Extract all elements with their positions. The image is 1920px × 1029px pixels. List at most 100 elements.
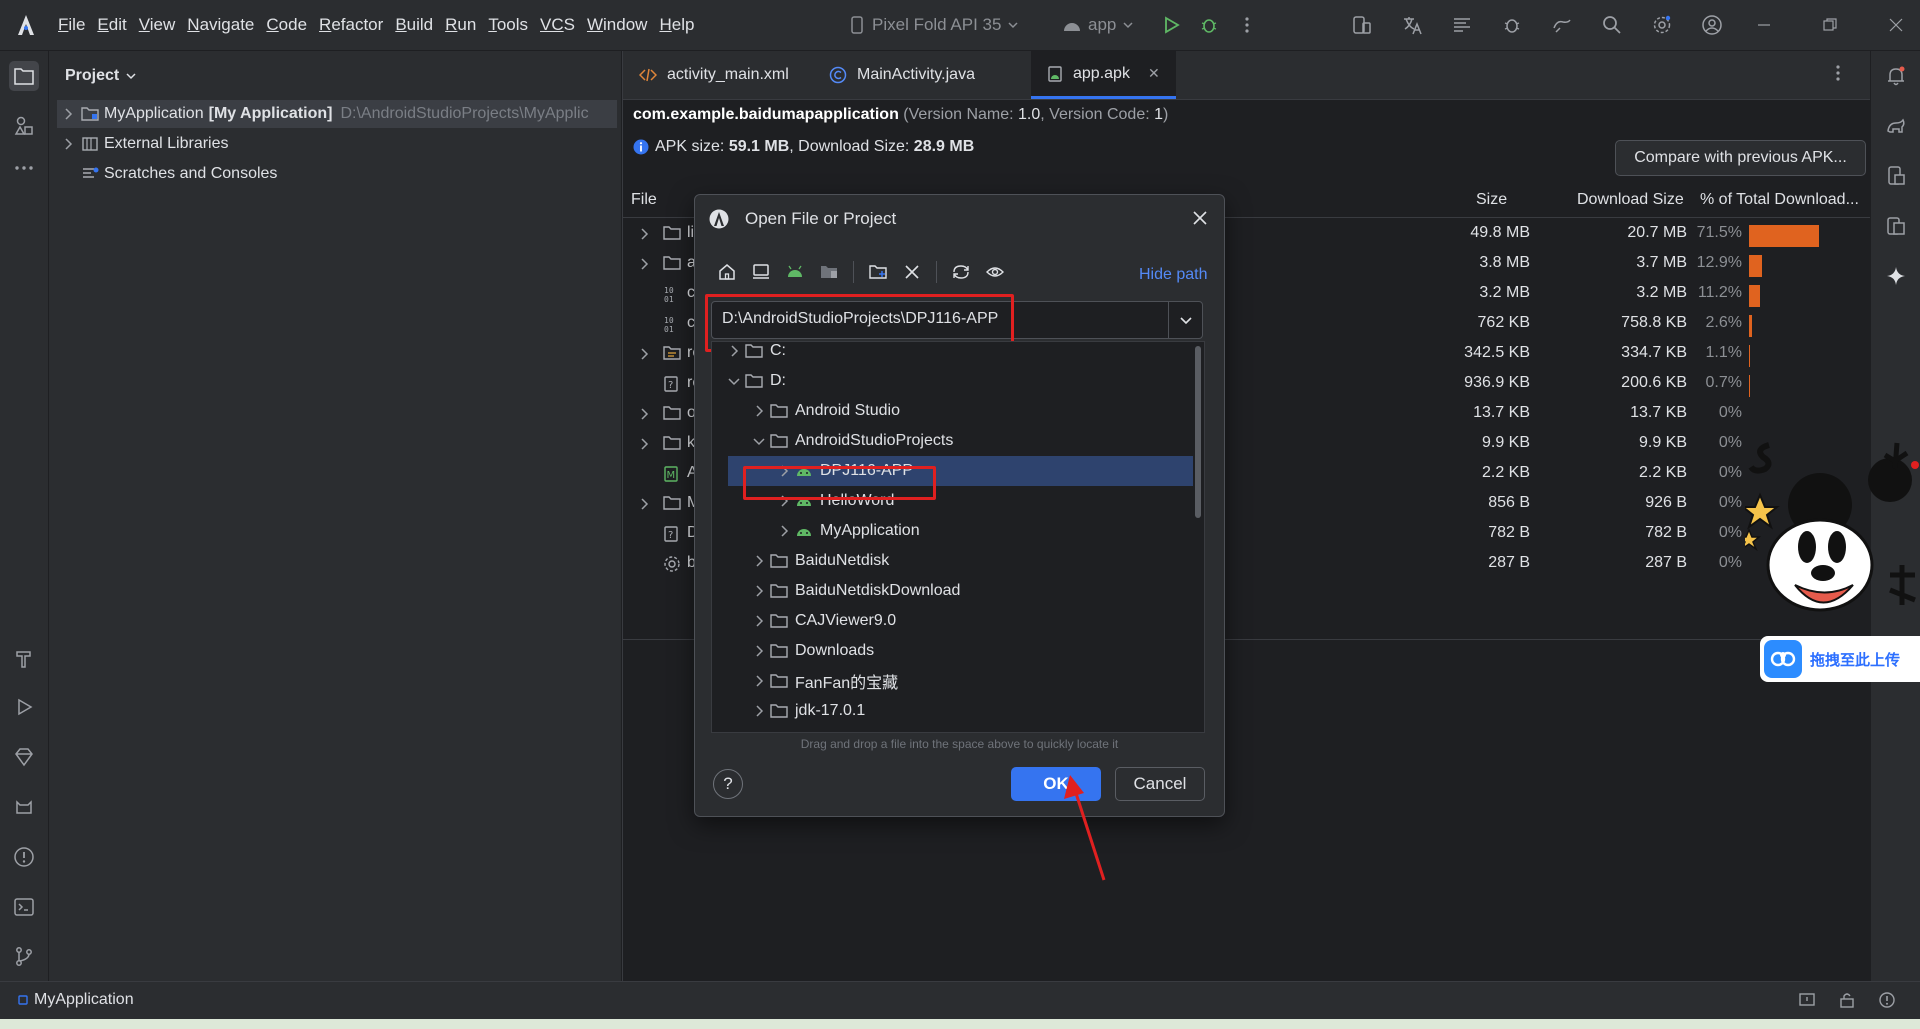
device-file-explorer-icon[interactable] bbox=[1881, 161, 1911, 191]
run-icon[interactable] bbox=[1157, 11, 1185, 39]
column-percent[interactable]: % of Total Download... bbox=[1700, 191, 1859, 209]
chevron-right-icon[interactable] bbox=[749, 585, 769, 597]
delete-icon[interactable] bbox=[902, 262, 922, 282]
file-tree-item[interactable]: BaiduNetdisk bbox=[712, 546, 1192, 576]
sync-gradle-icon[interactable] bbox=[1548, 11, 1576, 39]
chevron-down-icon[interactable] bbox=[1168, 302, 1203, 338]
menu-item[interactable]: Help bbox=[653, 0, 700, 50]
path-input[interactable]: D:\AndroidStudioProjects\DPJ116-APP bbox=[711, 301, 1203, 339]
file-tree-item[interactable]: FanFan的宝藏 bbox=[712, 666, 1192, 696]
logcat-icon[interactable] bbox=[1448, 11, 1476, 39]
file-tree-item[interactable]: CAJViewer9.0 bbox=[712, 606, 1192, 636]
close-tab-icon[interactable]: ✕ bbox=[1148, 65, 1160, 82]
refresh-icon[interactable] bbox=[951, 262, 971, 282]
run-tool-icon[interactable] bbox=[9, 692, 39, 722]
project-tree-item[interactable]: External Libraries bbox=[57, 130, 229, 158]
project-tree-item[interactable]: MyApplication[My Application]D:\AndroidS… bbox=[57, 100, 617, 128]
column-file[interactable]: File bbox=[631, 191, 657, 209]
device-manager-icon[interactable] bbox=[1348, 11, 1376, 39]
editor-tab[interactable]: activity_main.xml bbox=[623, 51, 805, 99]
editor-tab[interactable]: MainActivity.java bbox=[813, 51, 991, 99]
chevron-right-icon[interactable] bbox=[749, 615, 769, 627]
project-android-icon[interactable] bbox=[785, 262, 805, 282]
chevron-right-icon[interactable] bbox=[639, 348, 649, 360]
file-tree-item[interactable]: Downloads bbox=[712, 636, 1192, 666]
module-folder-icon[interactable] bbox=[819, 262, 839, 282]
chevron-right-icon[interactable] bbox=[639, 408, 649, 420]
chevron-right-icon[interactable] bbox=[639, 228, 649, 240]
menu-item[interactable]: Code bbox=[260, 0, 313, 50]
close-icon[interactable] bbox=[1191, 209, 1209, 227]
version-control-icon[interactable] bbox=[9, 941, 39, 971]
terminal-icon[interactable] bbox=[9, 892, 39, 922]
status-breadcrumb[interactable]: MyApplication bbox=[18, 991, 134, 1009]
settings-gear-icon[interactable] bbox=[1648, 11, 1676, 39]
app-quality-icon[interactable] bbox=[9, 742, 39, 772]
readonly-lock-icon[interactable] bbox=[1838, 991, 1856, 1009]
chevron-right-icon[interactable] bbox=[57, 138, 79, 150]
compare-apk-button[interactable]: Compare with previous APK... bbox=[1615, 140, 1866, 176]
module-selector[interactable]: app bbox=[1062, 12, 1134, 38]
file-tree-item[interactable]: BaiduNetdiskDownload bbox=[712, 576, 1192, 606]
build-hammer-icon[interactable] bbox=[9, 643, 39, 673]
more-horizontal-icon[interactable] bbox=[9, 153, 39, 183]
desktop-icon[interactable] bbox=[751, 262, 771, 282]
menu-item[interactable]: VCS bbox=[534, 0, 581, 50]
account-icon[interactable] bbox=[1698, 11, 1726, 39]
chevron-right-icon[interactable] bbox=[639, 258, 649, 270]
menu-item[interactable]: File bbox=[52, 0, 91, 50]
status-problems-icon[interactable] bbox=[1878, 991, 1896, 1009]
memory-indicator-icon[interactable] bbox=[1798, 991, 1816, 1009]
gradle-elephant-icon[interactable] bbox=[1881, 111, 1911, 141]
menu-item[interactable]: Edit bbox=[91, 0, 132, 50]
notifications-bell-icon[interactable] bbox=[1881, 61, 1911, 91]
file-tree-item[interactable]: jdk-17.0.1 bbox=[712, 696, 1192, 726]
chevron-down-icon[interactable] bbox=[749, 436, 769, 446]
menu-item[interactable]: Refactor bbox=[313, 0, 389, 50]
gemini-sparkle-icon[interactable] bbox=[1881, 261, 1911, 291]
chevron-right-icon[interactable] bbox=[749, 675, 769, 687]
more-vertical-icon[interactable] bbox=[1233, 11, 1261, 39]
column-size[interactable]: Size bbox=[1476, 191, 1507, 209]
debug-icon[interactable] bbox=[1195, 11, 1223, 39]
chevron-down-icon[interactable] bbox=[724, 376, 744, 386]
help-button[interactable]: ? bbox=[713, 769, 743, 799]
column-download-size[interactable]: Download Size bbox=[1577, 191, 1684, 209]
restore-icon[interactable] bbox=[1816, 11, 1844, 39]
menu-item[interactable]: Build bbox=[389, 0, 439, 50]
menu-item[interactable]: Tools bbox=[482, 0, 534, 50]
chevron-right-icon[interactable] bbox=[749, 555, 769, 567]
show-hidden-icon[interactable] bbox=[985, 262, 1005, 282]
menu-item[interactable]: Window bbox=[581, 0, 653, 50]
chevron-right-icon[interactable] bbox=[724, 345, 744, 357]
problems-icon[interactable] bbox=[9, 842, 39, 872]
running-devices-icon[interactable] bbox=[1881, 211, 1911, 241]
device-selector[interactable]: Pixel Fold API 35 bbox=[848, 12, 1019, 38]
chevron-right-icon[interactable] bbox=[639, 498, 649, 510]
home-icon[interactable] bbox=[717, 262, 737, 282]
cancel-button[interactable]: Cancel bbox=[1115, 767, 1205, 801]
chevron-right-icon[interactable] bbox=[749, 645, 769, 657]
chevron-right-icon[interactable] bbox=[57, 108, 79, 120]
project-tool-icon[interactable] bbox=[9, 61, 39, 91]
close-window-icon[interactable] bbox=[1882, 11, 1910, 39]
android-studio-logo-icon[interactable] bbox=[14, 13, 38, 37]
file-tree-item[interactable]: Android Studio bbox=[712, 396, 1192, 426]
file-tree-item[interactable]: D: bbox=[712, 366, 1192, 396]
editor-tab[interactable]: app.apk✕ bbox=[1031, 51, 1176, 99]
chevron-right-icon[interactable] bbox=[639, 438, 649, 450]
logcat-cat-icon[interactable] bbox=[9, 792, 39, 822]
chevron-right-icon[interactable] bbox=[749, 705, 769, 717]
resource-manager-icon[interactable] bbox=[9, 111, 39, 141]
bug-settings-icon[interactable] bbox=[1498, 11, 1526, 39]
project-view-selector[interactable]: Project bbox=[65, 67, 137, 85]
more-vertical-icon[interactable] bbox=[1835, 63, 1841, 83]
chevron-right-icon[interactable] bbox=[774, 525, 794, 537]
new-folder-icon[interactable] bbox=[868, 262, 888, 282]
search-icon[interactable] bbox=[1598, 11, 1626, 39]
file-tree-item[interactable]: C: bbox=[712, 341, 1192, 366]
hide-path-link[interactable]: Hide path bbox=[1139, 266, 1208, 284]
menu-item[interactable]: Navigate bbox=[181, 0, 260, 50]
vertical-scrollbar[interactable] bbox=[1195, 346, 1201, 518]
minimize-icon[interactable] bbox=[1750, 11, 1778, 39]
